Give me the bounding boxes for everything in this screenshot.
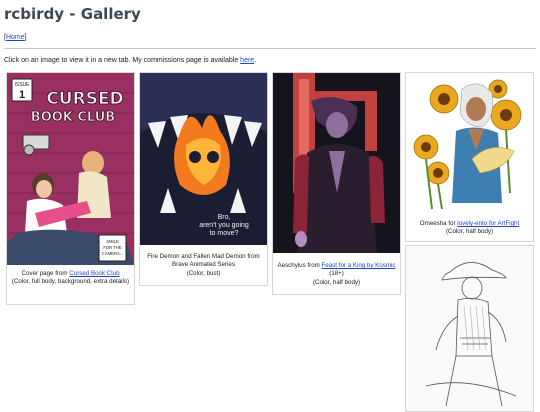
issue-number: 1 [19,89,25,101]
intro-sentence: Click on an image to view it in a new ta… [4,57,241,64]
caption-aeschylus: Aeschylus from Feast for a King by Kosmi… [276,262,397,287]
tag-line3: CAMERA... [102,251,123,256]
caption-suffix: (18+) [329,270,344,278]
caption-detail: (Color, full body, background, extra det… [11,278,130,286]
gallery-card-fire-demon: Bro, aren't you going to move? Fire Demo… [139,72,268,286]
tag-line2: FOR THE [103,245,122,250]
breadcrumb: [Home] [4,34,27,41]
issue-label: ISSUE [14,82,30,88]
caption-prefix: Cover page from [21,270,70,277]
intro-text: Click on an image to view it in a new ta… [4,57,256,64]
cowboy-sketch-illustration [406,246,533,411]
tag-line1: SMILE [106,239,119,244]
caption-cursed-book-club: Cover page from Cursed Book Club (Color,… [10,270,131,287]
caption-fire-demon: Fire Demon and Fallen Mad Demon from Bra… [143,253,264,278]
speech-line3: to move? [210,230,239,237]
gallery-image-fire-demon[interactable]: Bro, aren't you going to move? [140,73,267,245]
caption-detail: (Color, half body) [312,278,361,286]
cover-title-line2: BOOK CLUB [31,110,115,125]
gallery-image-omeesha[interactable] [406,73,533,213]
feast-for-a-king-link[interactable]: Feast for a King by Kosmic [322,262,396,269]
gallery-image-cursed-book-club[interactable]: ISSUE 1 CURSED BOOK CLUB SMILE FOR THE C… [7,73,134,265]
bracket-close: ] [24,34,27,41]
cursed-book-club-link[interactable]: Cursed Book Club [69,270,119,277]
cursed-book-club-illustration: ISSUE 1 CURSED BOOK CLUB SMILE FOR THE C… [7,73,134,265]
caption-detail: (Color, half body) [445,228,494,236]
gallery-image-sketch[interactable] [406,246,533,411]
commissions-link[interactable]: here [240,57,254,64]
gallery-card-sketch [405,245,534,412]
lovely-ento-link[interactable]: lovely-ento for ArtFight [457,220,519,227]
speech-line2: aren't you going [199,222,249,229]
gallery-image-aeschylus[interactable] [273,73,400,253]
fire-demon-illustration: Bro, aren't you going to move? [140,73,267,245]
intro-end: . [254,57,257,64]
gallery-card-cursed-book-club: ISSUE 1 CURSED BOOK CLUB SMILE FOR THE C… [6,72,135,305]
gallery-card-aeschylus: Aeschylus from Feast for a King by Kosmi… [272,72,401,295]
omeesha-illustration [406,73,533,213]
cover-title-line1: CURSED [46,89,123,109]
page-title: rcbirdy - Gallery [4,5,141,23]
caption-prefix: Aeschylus from [277,262,322,269]
gallery-card-omeesha: Omeesha for lovely-ento for ArtFight (Co… [405,72,534,242]
caption-detail: (Color, bust) [186,269,221,277]
home-link[interactable]: Home [6,34,25,41]
caption-prefix: Fire Demon and Fallen Mad Demon from Bra… [147,253,260,269]
caption-prefix: Omeesha for [419,220,458,227]
speech-line1: Bro, [218,214,231,221]
divider [4,48,536,49]
aeschylus-illustration [273,73,400,253]
caption-omeesha: Omeesha for lovely-ento for ArtFight (Co… [409,220,530,237]
